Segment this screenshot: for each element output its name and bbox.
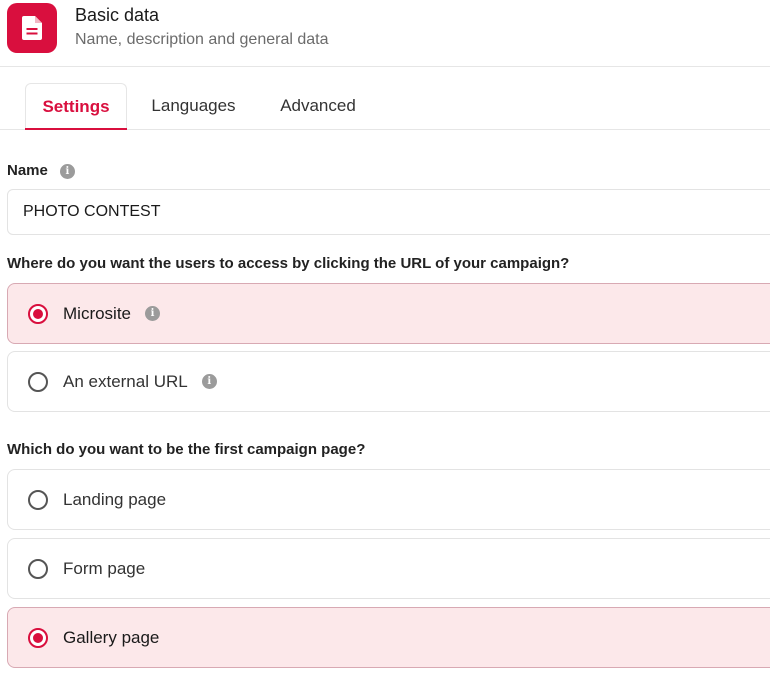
section-title: Basic data bbox=[75, 5, 160, 25]
option-microsite[interactable]: Microsite i bbox=[7, 283, 770, 344]
section-header: Basic data Name, description and general… bbox=[0, 0, 770, 67]
option-label: Microsite bbox=[63, 303, 132, 323]
option-form-page[interactable]: Form page bbox=[7, 538, 770, 599]
tab-advanced[interactable]: Advanced bbox=[267, 83, 369, 129]
radio-button[interactable] bbox=[28, 303, 48, 324]
option-label: Gallery page bbox=[63, 627, 160, 647]
name-field-label-row: Name i bbox=[7, 162, 75, 179]
radio-button[interactable] bbox=[28, 627, 48, 648]
first-page-question-label: Which do you want to be the first campai… bbox=[7, 441, 366, 458]
radio-button[interactable] bbox=[28, 558, 48, 579]
tab-languages[interactable]: Languages bbox=[140, 83, 247, 129]
tab-bar: Settings Languages Advanced bbox=[0, 83, 770, 130]
option-landing-page[interactable]: Landing page bbox=[7, 469, 770, 530]
tab-settings[interactable]: Settings bbox=[25, 83, 127, 130]
access-question-label: Where do you want the users to access by… bbox=[7, 255, 570, 272]
document-icon bbox=[7, 3, 57, 53]
option-gallery-page[interactable]: Gallery page bbox=[7, 607, 770, 668]
radio-button[interactable] bbox=[28, 489, 48, 510]
option-external-url[interactable]: An external URL i bbox=[7, 351, 770, 412]
option-label: An external URL bbox=[63, 371, 188, 391]
info-icon[interactable]: i bbox=[201, 374, 217, 389]
name-field-label: Name bbox=[7, 162, 48, 179]
name-input[interactable]: PHOTO CONTEST bbox=[7, 189, 770, 235]
info-icon[interactable]: i bbox=[145, 306, 161, 321]
option-label: Form page bbox=[63, 558, 146, 578]
option-label: Landing page bbox=[63, 489, 167, 509]
radio-button[interactable] bbox=[28, 371, 48, 392]
section-subtitle: Name, description and general data bbox=[75, 31, 329, 48]
info-icon[interactable]: i bbox=[59, 163, 75, 179]
